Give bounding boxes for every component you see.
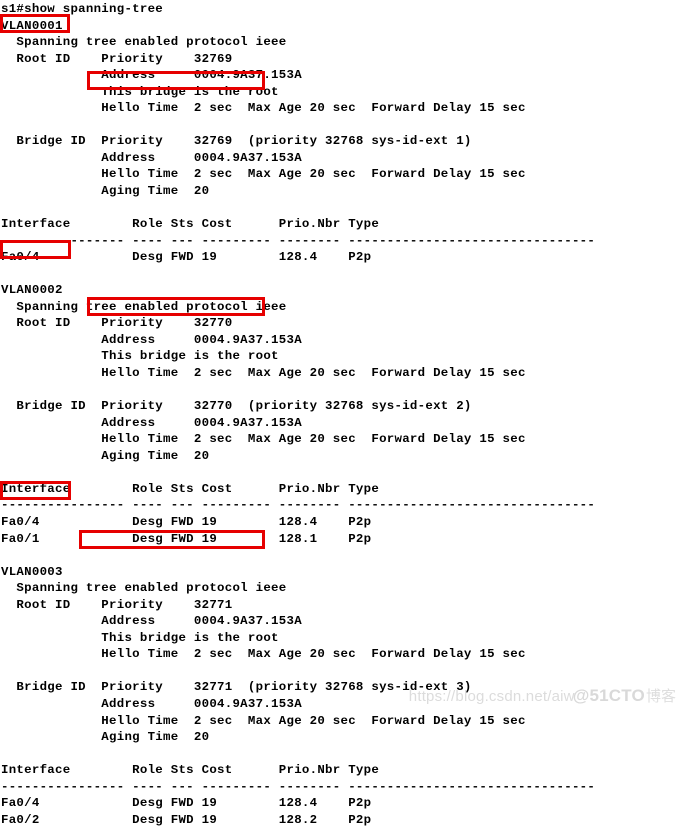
watermark-suffix: 博客 — [645, 687, 676, 705]
terminal-console[interactable]: s1#show spanning-tree VLAN0001 Spanning … — [0, 0, 680, 827]
console-output: s1#show spanning-tree VLAN0001 Spanning … — [1, 2, 596, 827]
